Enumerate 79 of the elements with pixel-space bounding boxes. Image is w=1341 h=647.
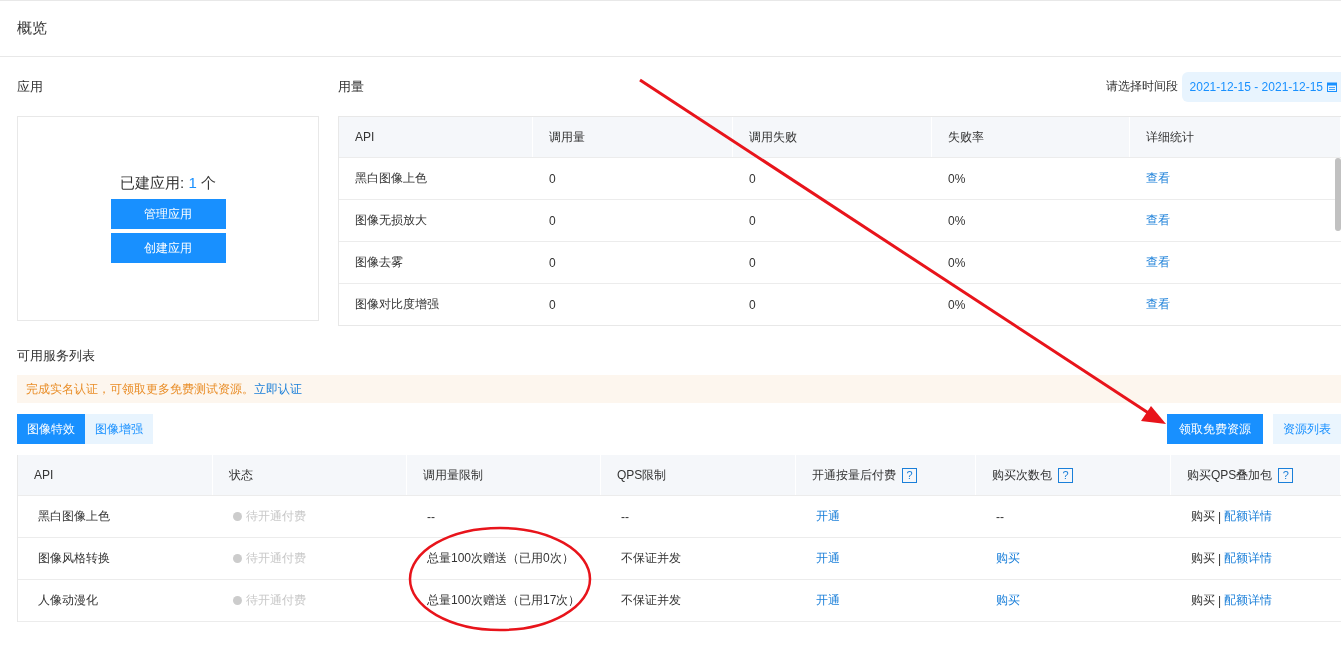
table-cell: 黑白图像上色	[38, 508, 110, 525]
tab[interactable]: 图像增强	[85, 414, 153, 444]
app-button[interactable]: 管理应用	[110, 199, 226, 229]
table-cell: 不保证并发	[621, 550, 681, 567]
table-cell-text: 0	[548, 296, 557, 314]
page-title: 概览	[17, 19, 47, 38]
table-cell: 购买	[1191, 508, 1215, 525]
table-link[interactable]: 购买	[996, 592, 1020, 609]
table-cell-text: 图像去雾	[354, 254, 404, 271]
column-header: 调用量限制	[423, 466, 483, 484]
separator: |	[1218, 509, 1222, 524]
table-cell-text: 0	[548, 254, 557, 272]
table-cell-text: 黑白图像上色	[354, 170, 428, 187]
table-cell-text: 图像对比度增强	[354, 296, 440, 313]
action-button[interactable]: 领取免费资源	[1167, 414, 1263, 444]
table-cell-text: 0%	[947, 296, 967, 314]
view-link[interactable]: 查看	[1146, 170, 1170, 187]
table-link[interactable]: 购买	[996, 550, 1020, 567]
verify-link[interactable]: 立即认证	[254, 380, 302, 398]
status-dot	[233, 554, 242, 563]
column-header: 调用失败	[733, 117, 932, 157]
table-cell-text: 0%	[947, 212, 967, 230]
help-button[interactable]: ?	[1278, 467, 1294, 483]
table-cell-text: 0	[548, 212, 557, 230]
table-cell-text: 图像无损放大	[354, 212, 428, 229]
table-link[interactable]: 开通	[816, 550, 840, 567]
view-link[interactable]: 查看	[1146, 296, 1170, 313]
table-cell-text: 0	[548, 170, 557, 188]
separator: |	[1218, 551, 1222, 566]
column-header: 购买QPS叠加包	[1187, 466, 1273, 484]
section-title: 应用	[17, 78, 44, 96]
table-cell: --	[996, 509, 1004, 524]
table-link[interactable]: 开通	[816, 508, 840, 525]
table-cell-text: 0	[748, 212, 757, 230]
column-header: 详细统计	[1130, 117, 1341, 157]
column-header: 调用量	[533, 117, 733, 157]
table-link[interactable]: 开通	[816, 592, 840, 609]
quota-link[interactable]: 配额详情	[1224, 592, 1273, 609]
separator: |	[1218, 593, 1222, 608]
app-button[interactable]: 创建应用	[110, 233, 226, 263]
quota-link[interactable]: 配额详情	[1224, 550, 1273, 567]
calendar-icon	[1327, 81, 1337, 92]
view-link[interactable]: 查看	[1146, 254, 1170, 271]
quota-link[interactable]: 配额详情	[1224, 508, 1273, 525]
table-cell-text: 0	[748, 254, 757, 272]
column-header: 状态	[229, 466, 253, 484]
section-title: 可用服务列表	[16, 347, 96, 365]
column-header: 购买次数包	[992, 466, 1052, 484]
date-range-picker[interactable]: 2021-12-15 - 2021-12-15	[1181, 71, 1341, 102]
tab[interactable]: 图像特效	[17, 414, 85, 444]
table-cell: 总量100次赠送（已用17次）	[427, 592, 581, 609]
column-header: 失败率	[932, 117, 1130, 157]
notice-text: 完成实名认证，可领取更多免费测试资源。	[26, 380, 254, 398]
table-cell-text: 0%	[947, 170, 967, 188]
table-cell: 购买	[1191, 592, 1215, 609]
status-dot	[233, 596, 242, 605]
table-cell: 图像风格转换	[38, 550, 110, 567]
view-link[interactable]: 查看	[1146, 212, 1170, 229]
table-cell-text: 0%	[947, 254, 967, 272]
help-button[interactable]: ?	[902, 467, 917, 483]
column-header: API	[339, 117, 533, 157]
section-title: 用量	[338, 78, 364, 96]
table-cell: 人像动漫化	[38, 592, 98, 609]
table-cell-text: 0	[748, 296, 757, 314]
help-button[interactable]: ?	[1058, 467, 1073, 483]
scrollbar-thumb[interactable]	[1335, 158, 1341, 231]
table-cell-text: 0	[748, 170, 757, 188]
table-cell: --	[621, 509, 629, 524]
column-header: 开通按量后付费	[812, 466, 896, 484]
table-cell: 总量100次赠送（已用0次）	[427, 550, 574, 567]
table-cell: --	[427, 509, 435, 524]
action-button[interactable]: 资源列表	[1273, 414, 1341, 444]
app-count: 已建应用: 1 个	[120, 174, 216, 193]
table-cell: 不保证并发	[621, 592, 681, 609]
date-label: 请选择时间段	[1105, 78, 1178, 95]
status-dot	[233, 512, 242, 521]
column-header: API	[34, 468, 54, 482]
column-header: QPS限制	[617, 466, 667, 484]
table-cell: 购买	[1191, 550, 1215, 567]
